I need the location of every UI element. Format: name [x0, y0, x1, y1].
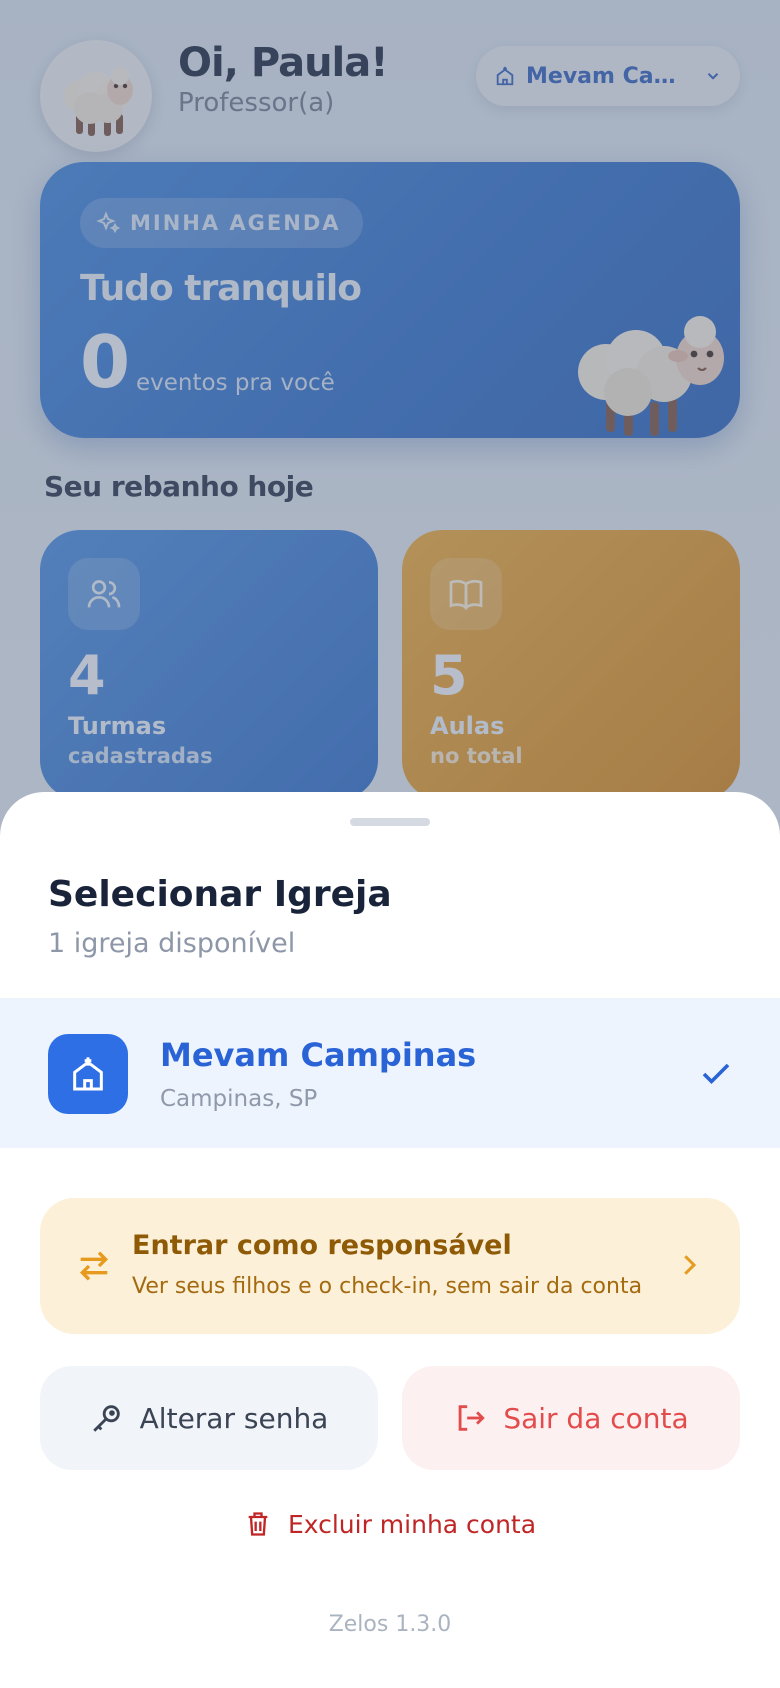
church-name: Mevam Campinas	[160, 1036, 477, 1074]
sheet-subtitle: 1 igreja disponível	[48, 928, 296, 959]
sheet-drag-handle[interactable]	[350, 818, 430, 826]
delete-account-label: Excluir minha conta	[287, 1509, 537, 1539]
select-church-sheet: Selecionar Igreja 1 igreja disponível Me…	[0, 792, 780, 1688]
delete-account-button[interactable]: Excluir minha conta	[0, 1504, 780, 1544]
church-location: Campinas, SP	[160, 1086, 318, 1112]
church-option-icon	[48, 1034, 128, 1114]
sheet-title: Selecionar Igreja	[48, 874, 392, 915]
chevron-right-icon	[684, 1255, 697, 1275]
church-icon	[73, 1057, 103, 1091]
guardian-subtitle: Ver seus filhos e o check-in, sem sair d…	[132, 1274, 643, 1299]
check-icon	[702, 1063, 730, 1085]
trash-icon	[248, 1512, 268, 1536]
logout-button[interactable]: Sair da conta	[402, 1366, 740, 1470]
logout-label: Sair da conta	[503, 1401, 689, 1435]
logout-icon	[458, 1405, 486, 1431]
swap-arrows-icon	[79, 1251, 109, 1281]
app-version: Zelos 1.3.0	[328, 1612, 452, 1637]
key-icon	[92, 1405, 120, 1432]
guardian-title: Entrar como responsável	[132, 1230, 512, 1261]
church-option[interactable]: Mevam Campinas Campinas, SP	[0, 998, 780, 1148]
enter-as-guardian-button[interactable]: Entrar como responsável Ver seus filhos …	[40, 1198, 740, 1334]
change-password-label: Alterar senha	[139, 1401, 329, 1435]
change-password-button[interactable]: Alterar senha	[40, 1366, 378, 1470]
